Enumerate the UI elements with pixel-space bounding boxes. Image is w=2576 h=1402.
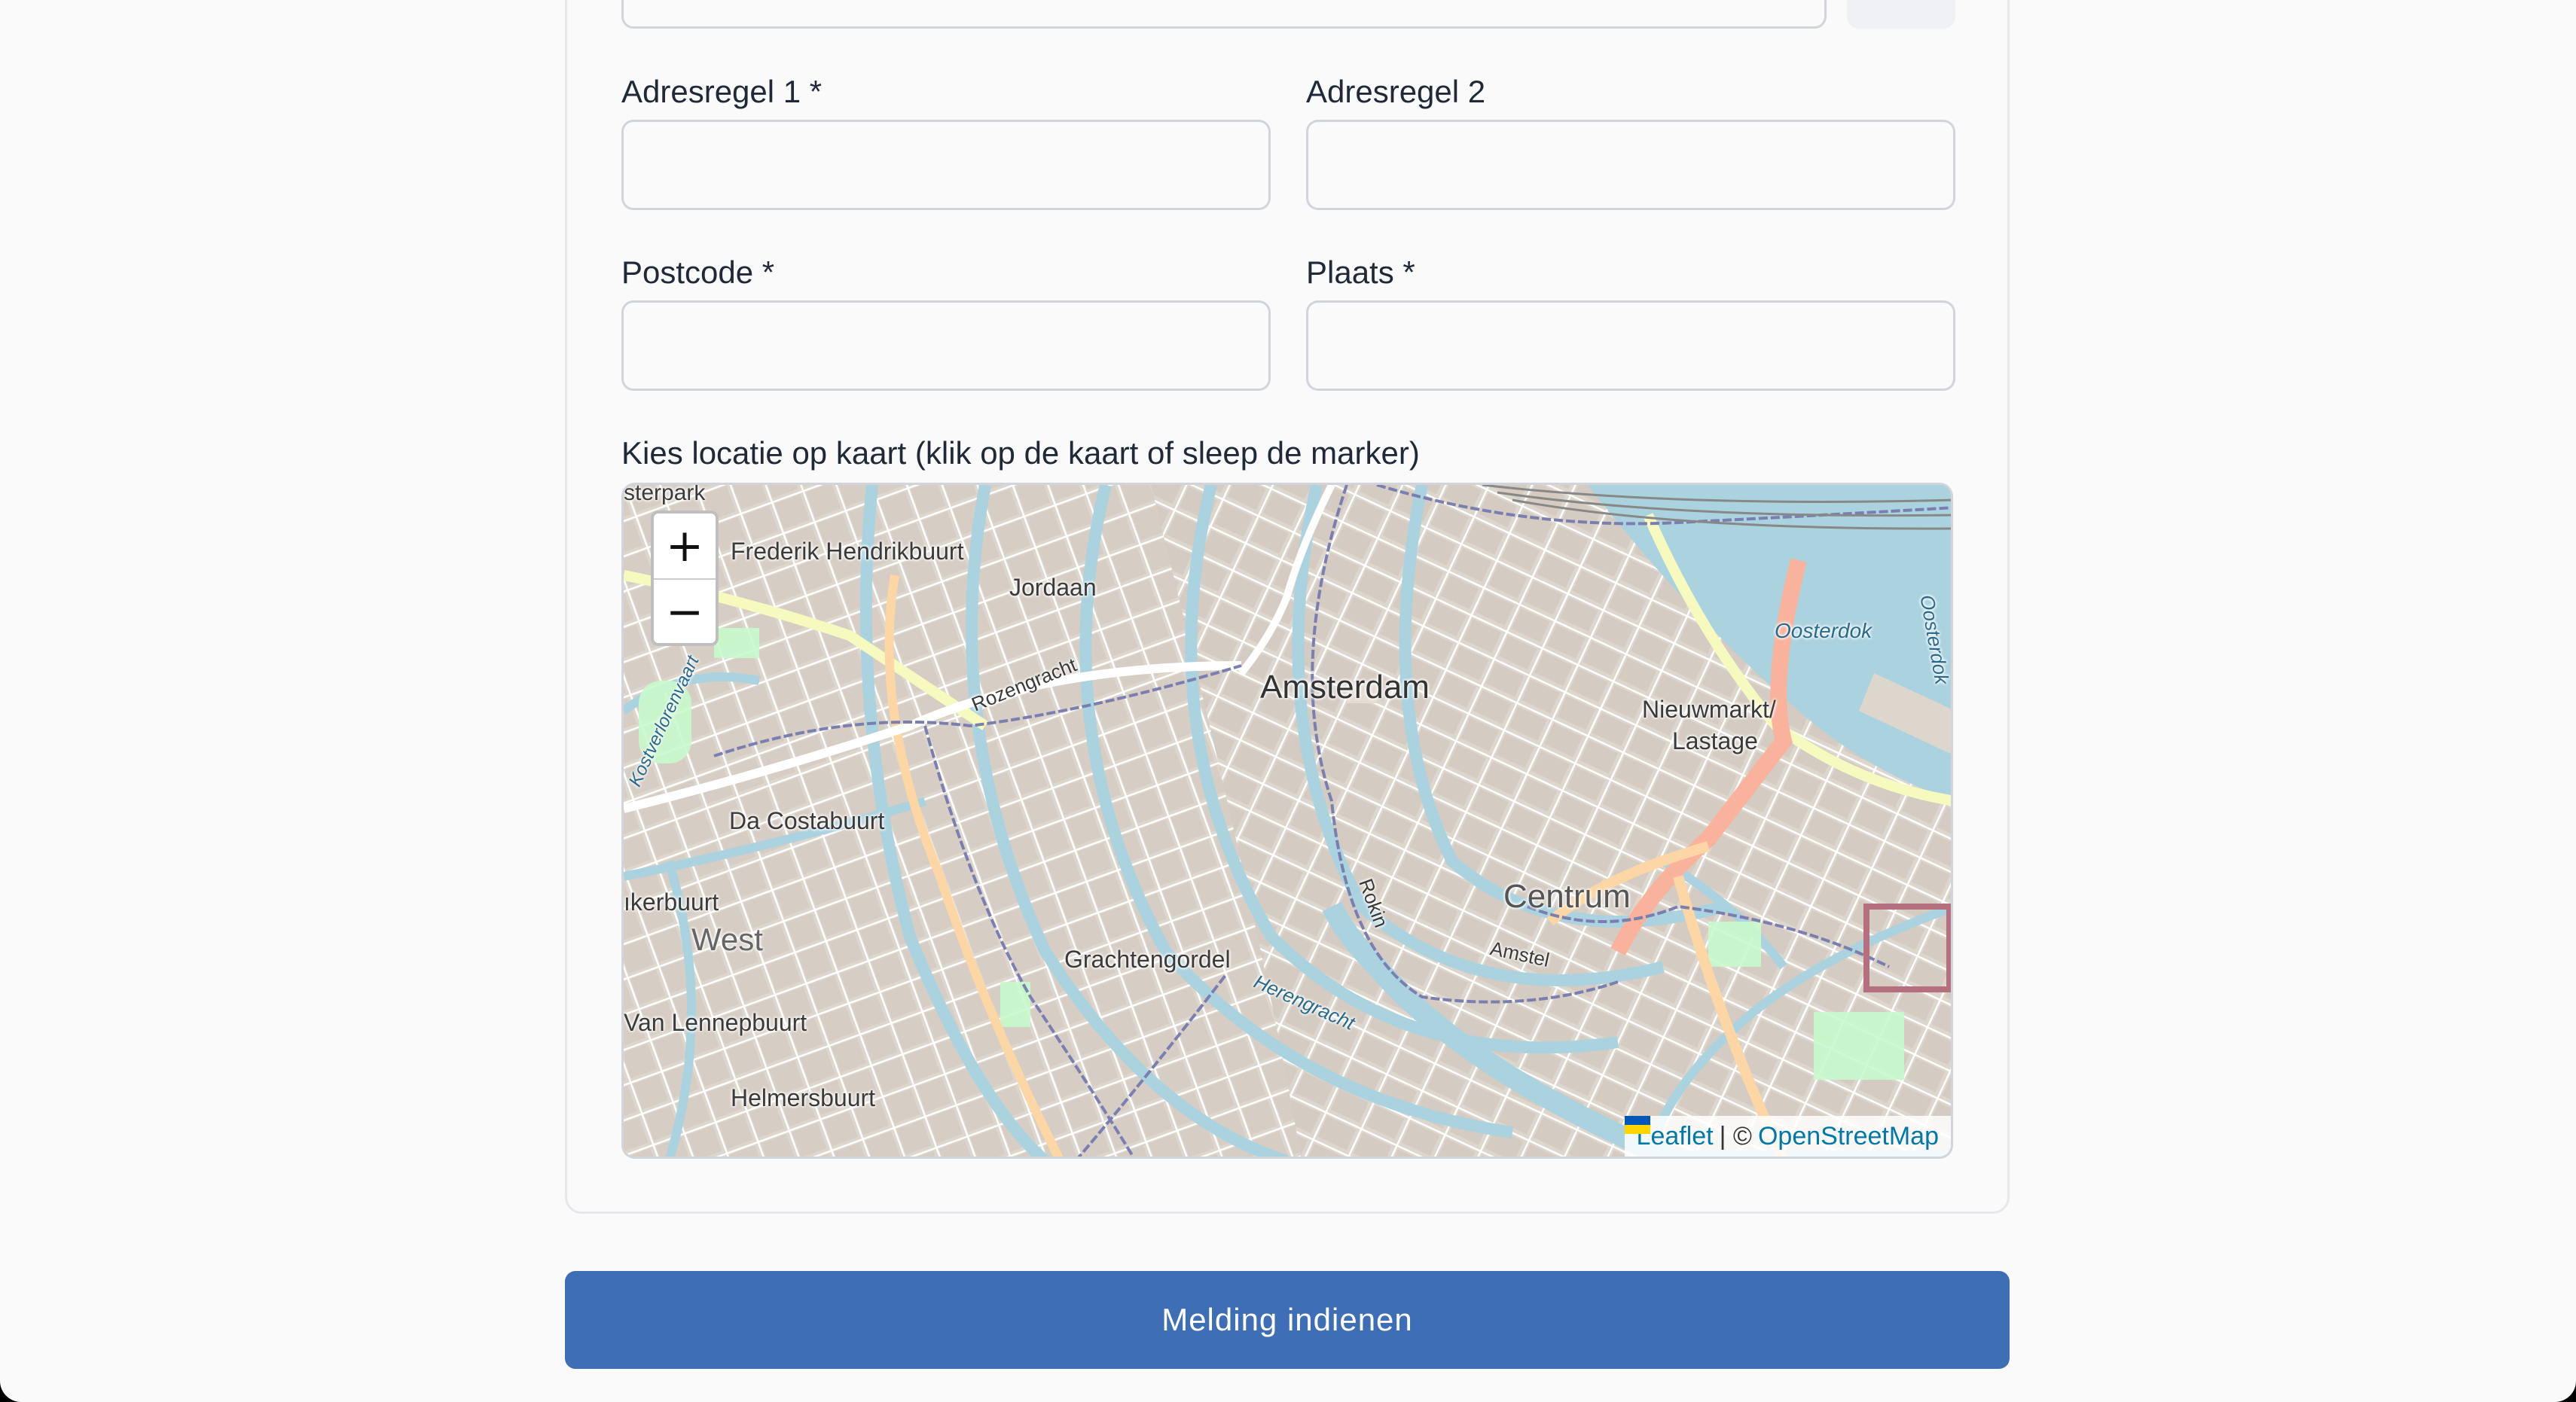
partial-input-field[interactable] — [621, 0, 1827, 29]
ukraine-flag-icon — [1624, 1116, 1650, 1134]
map-label-westerpark: sterpark — [624, 483, 706, 505]
address-line-2-input[interactable] — [1306, 120, 1955, 210]
address-line-1-input[interactable] — [621, 120, 1271, 210]
map-label-lennep: Van Lennepbuurt — [624, 1009, 807, 1036]
map-label-lastage: Lastage — [1672, 727, 1758, 754]
city-label: Plaats * — [1306, 254, 1415, 290]
browser-viewport: Adresregel 1 * Adresregel 2 Postcode * P… — [0, 0, 2576, 1402]
location-map[interactable]: sterpark Frederik Hendrikbuurt Jordaan R… — [621, 483, 1953, 1159]
submit-report-button[interactable]: Melding indienen — [565, 1271, 2010, 1369]
zoom-out-button[interactable]: − — [654, 578, 716, 645]
map-label-helmers: Helmersbuurt — [731, 1084, 876, 1111]
map-label-costabuurt: Da Costabuurt — [729, 807, 885, 834]
map-label-kerbuurt: ıkerbuurt — [624, 888, 719, 916]
map-label-grachtengordel: Grachtengordel — [1064, 946, 1231, 973]
map-label-jordaan: Jordaan — [1009, 574, 1097, 601]
map-label-centrum: Centrum — [1503, 878, 1631, 915]
map-label-oosterdok: Oosterdok — [1775, 619, 1872, 642]
city-input[interactable] — [1306, 300, 1955, 391]
map-zoom-control: + − — [651, 511, 719, 646]
map-label-frederik: Frederik Hendrikbuurt — [731, 538, 964, 565]
map-label-west: West — [691, 922, 763, 957]
address-line-2-label: Adresregel 2 — [1306, 74, 1486, 109]
partial-button[interactable] — [1847, 0, 1955, 29]
map-label-amsterdam: Amsterdam — [1260, 669, 1430, 706]
attribution-separator: | © — [1719, 1121, 1752, 1151]
zoom-in-button[interactable]: + — [654, 514, 716, 578]
openstreetmap-link[interactable]: OpenStreetMap — [1758, 1122, 1939, 1151]
postcode-label: Postcode * — [621, 254, 775, 290]
map-instruction-label: Kies locatie op kaart (klik op de kaart … — [621, 435, 1420, 471]
address-line-1-label: Adresregel 1 * — [621, 74, 823, 109]
postcode-input[interactable] — [621, 300, 1271, 391]
map-label-nieuwmarkt: Nieuwmarkt/ — [1642, 696, 1776, 723]
map-attribution: Leaflet | © OpenStreetMap — [1624, 1116, 1951, 1157]
